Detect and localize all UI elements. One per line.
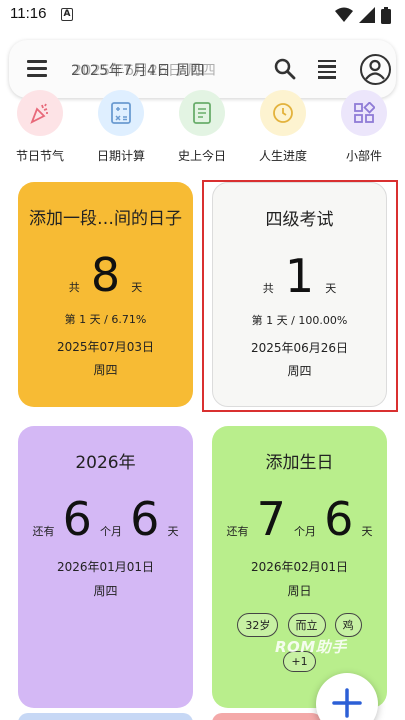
calculator-icon <box>98 90 144 136</box>
list-view-icon[interactable] <box>318 60 336 82</box>
countdown-card-1[interactable]: 添加一段…间的日子 共 8 天 第 1 天 / 6.71% 2025年07月03… <box>18 182 193 407</box>
ghost-date-title: 2025年6月26日 周四 <box>73 63 217 79</box>
countdown-card-3[interactable]: 2026年 还有 6 个月 6 天 2026年01月01日 周四 <box>18 426 193 708</box>
shortcut-life-progress[interactable]: 人生进度 <box>243 90 323 164</box>
battery-icon <box>381 6 391 24</box>
card-title: 添加生日 <box>265 453 334 473</box>
shortcut-label: 人生进度 <box>258 149 307 163</box>
widgets-icon <box>341 90 387 136</box>
next-card-peek-right <box>212 713 322 720</box>
card-title: 添加一段…间的日子 <box>29 209 182 229</box>
card-title: 2026年 <box>75 453 136 473</box>
menu-icon[interactable] <box>27 60 47 77</box>
shortcut-row: 节日节气 日期计算 史上今日 人生进度 小部件 <box>0 90 405 165</box>
status-icons <box>335 6 391 24</box>
shortcut-label: 史上今日 <box>177 149 226 163</box>
tag-row: 32岁 而立 鸡 <box>212 613 387 637</box>
notification-icon: A <box>61 8 73 21</box>
card-weekday: 周四 <box>93 584 118 598</box>
party-popper-icon <box>17 90 63 136</box>
shortcut-label: 小部件 <box>345 149 382 163</box>
tag-age: 32岁 <box>237 613 279 637</box>
card-date: 2026年01月01日 <box>56 560 155 574</box>
card-date: 2025年07月03日 <box>56 340 155 354</box>
status-bar: 11:16 A <box>0 0 405 30</box>
time-remaining: 还有 7 个月 6 天 <box>226 492 373 546</box>
user-icon <box>365 59 385 80</box>
clock-icon <box>260 90 306 136</box>
shortcut-label: 日期计算 <box>96 149 145 163</box>
day-progress: 第 1 天 / 6.71% <box>64 313 147 326</box>
card-weekday: 周四 <box>93 363 118 377</box>
shortcut-date-calc[interactable]: 日期计算 <box>81 90 161 164</box>
card-date: 2026年02月01日 <box>250 560 349 574</box>
watermark: ROM助手 <box>275 638 347 656</box>
plus-icon <box>332 688 362 718</box>
months-number: 6 <box>62 492 92 546</box>
day-count: 共 8 天 <box>68 248 143 302</box>
tag-zodiac: 鸡 <box>334 613 362 637</box>
selection-highlight <box>202 180 398 412</box>
days-number: 6 <box>324 492 354 546</box>
card-weekday: 周日 <box>287 584 312 598</box>
signal-icon <box>359 7 375 23</box>
shortcut-widgets[interactable]: 小部件 <box>324 90 404 164</box>
months-number: 7 <box>256 492 286 546</box>
countdown-card-4[interactable]: 添加生日 还有 7 个月 6 天 2026年02月01日 周日 32岁 而立 鸡… <box>212 426 387 708</box>
shortcut-festivals[interactable]: 节日节气 <box>0 90 80 164</box>
wifi-icon <box>335 7 353 22</box>
shortcut-history-today[interactable]: 史上今日 <box>162 90 242 164</box>
search-icon[interactable] <box>273 57 297 81</box>
notebook-icon <box>179 90 225 136</box>
status-time: 11:16 <box>10 5 47 22</box>
days-number: 6 <box>130 492 160 546</box>
current-date-title[interactable]: 2025年6月26日 周四 2025年7月4日 周四 <box>71 60 216 80</box>
shortcut-label: 节日节气 <box>15 149 64 163</box>
tag-stage: 而立 <box>287 613 326 637</box>
next-card-peek-left <box>18 713 193 720</box>
day-number: 8 <box>90 248 121 302</box>
time-remaining: 还有 6 个月 6 天 <box>32 492 179 546</box>
avatar[interactable] <box>360 54 391 85</box>
